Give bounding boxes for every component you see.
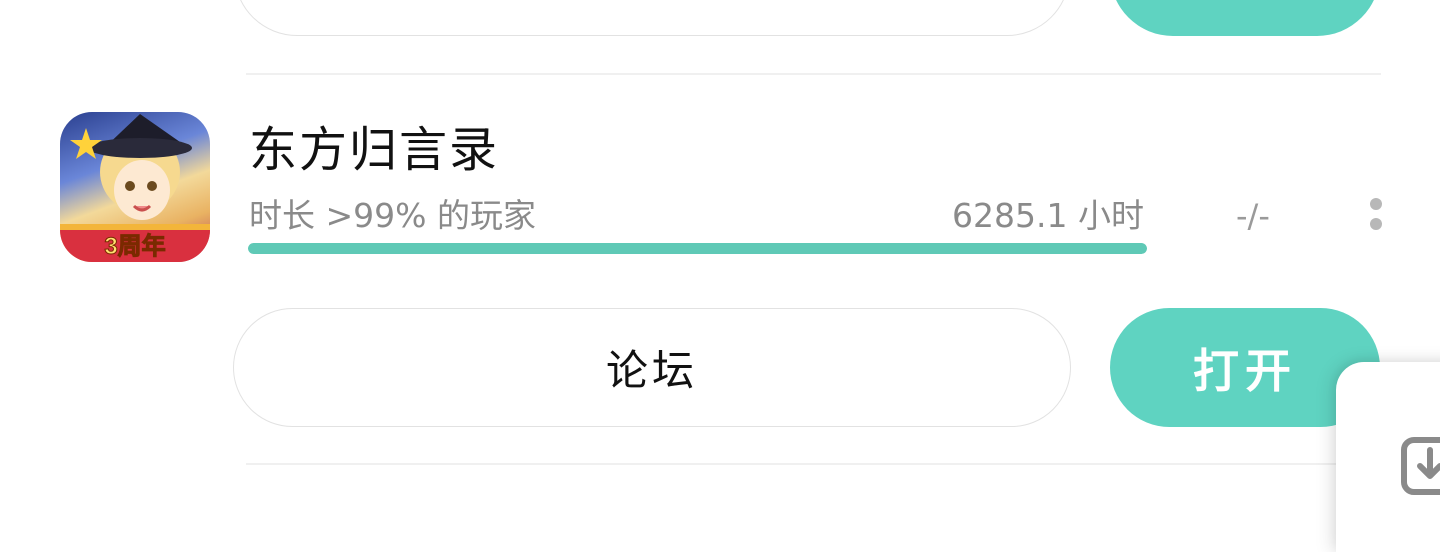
playtime-hours: 6285.1 小时: [952, 196, 1144, 235]
download-icon[interactable]: [1400, 436, 1440, 496]
game-icon[interactable]: 3周年: [60, 112, 210, 262]
forum-button[interactable]: 论坛: [233, 308, 1071, 427]
playtime-progress-bar: [248, 243, 1147, 254]
prev-open-button[interactable]: [1110, 0, 1380, 36]
achievement-ratio: -/-: [1236, 197, 1270, 235]
playtime-progress-fill: [248, 243, 1147, 254]
more-vertical-icon[interactable]: [1370, 198, 1384, 232]
icon-badge-text: 3周年: [104, 232, 165, 260]
game-title: 东方归言录: [249, 122, 500, 178]
prev-forum-button[interactable]: [234, 0, 1070, 36]
playtime-percentile-label: 时长 >99% 的玩家: [249, 196, 536, 235]
divider: [246, 73, 1381, 75]
divider: [246, 463, 1381, 465]
